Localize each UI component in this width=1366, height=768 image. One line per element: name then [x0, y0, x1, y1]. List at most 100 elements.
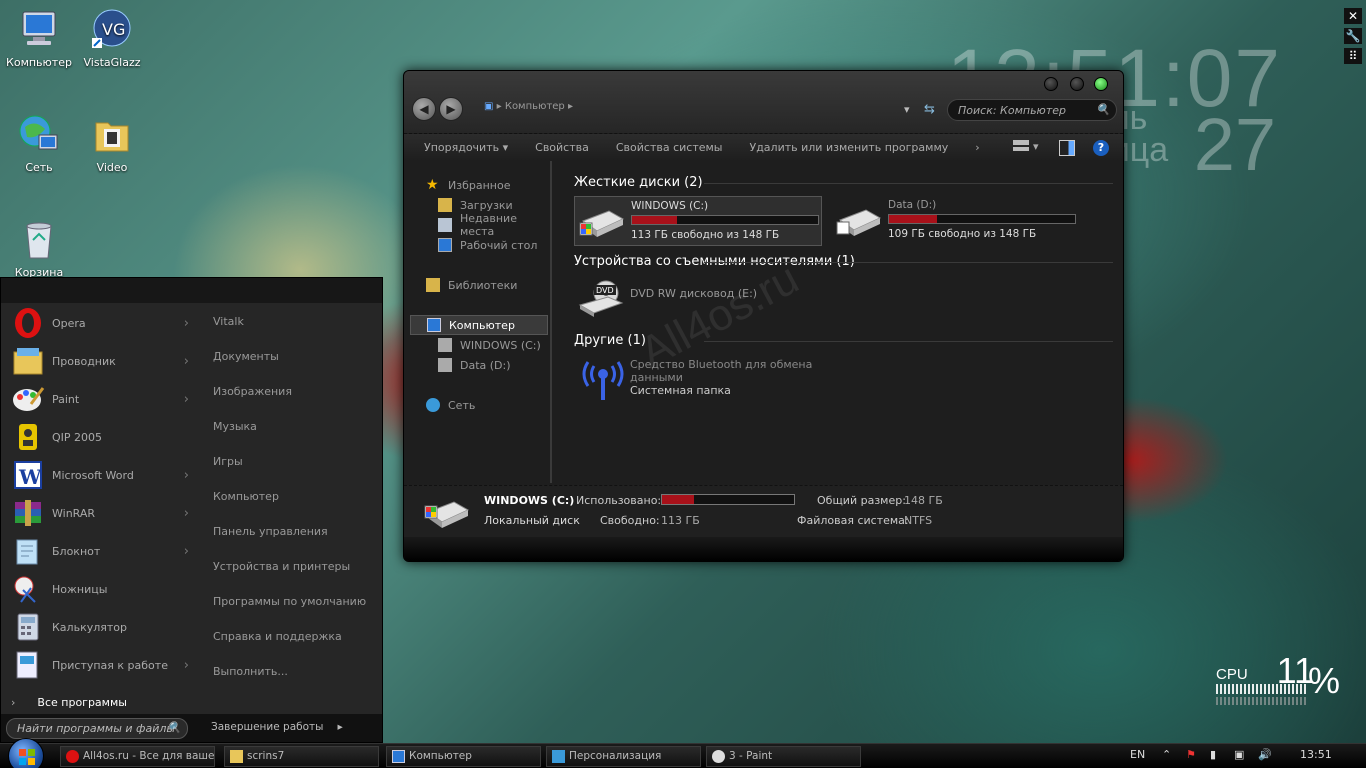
tray-clock[interactable]: 13:51: [1300, 748, 1332, 761]
nav-drive-c[interactable]: WINDOWS (C:): [404, 335, 550, 355]
program-explorer[interactable]: Проводник ›: [1, 342, 199, 380]
dvd-badge: DVD: [596, 286, 614, 295]
drive-c-tile[interactable]: WINDOWS (C:) 113 ГБ свободно из 148 ГБ: [574, 196, 822, 246]
shutdown-arrow-icon[interactable]: ▸: [337, 721, 342, 733]
view-dropdown-icon[interactable]: ▾: [1033, 140, 1041, 156]
maximize-button[interactable]: [1070, 77, 1084, 91]
place-devices-printers[interactable]: Устройства и принтеры: [213, 549, 384, 584]
drive-d-usage-bar: [888, 214, 1076, 224]
drive-icon: [438, 358, 452, 372]
bluetooth-type: Системная папка: [630, 384, 731, 397]
program-qip[interactable]: QIP 2005: [1, 418, 199, 456]
chevron-right-icon: ›: [183, 315, 189, 331]
program-paint[interactable]: Paint ›: [1, 380, 199, 418]
desktop-icon-video[interactable]: Video: [73, 113, 151, 174]
command-bar: Упорядочить ▾ Свойства Свойства системы …: [404, 133, 1123, 161]
place-computer[interactable]: Компьютер: [213, 479, 384, 514]
personalization-icon: [552, 750, 565, 763]
language-indicator[interactable]: EN: [1130, 748, 1145, 761]
minimize-button[interactable]: [1044, 77, 1058, 91]
group-header-hdd[interactable]: Жесткие диски (2): [574, 175, 1113, 190]
svg-text:W: W: [18, 465, 42, 489]
place-games[interactable]: Игры: [213, 444, 384, 479]
desktop-icon-label: Video: [96, 161, 128, 174]
program-notepad[interactable]: Блокнот ›: [1, 532, 199, 570]
nav-network[interactable]: Сеть: [404, 395, 550, 415]
nav-computer[interactable]: Компьютер: [410, 315, 548, 335]
program-getting-started[interactable]: Приступая к работе ›: [1, 646, 199, 684]
forward-button[interactable]: ▶: [439, 97, 463, 121]
place-default-programs[interactable]: Программы по умолчанию: [213, 584, 384, 619]
place-run[interactable]: Выполнить...: [213, 654, 384, 689]
group-header-removable[interactable]: Устройства со съемными носителями (1): [574, 254, 1113, 269]
program-winrar[interactable]: WinRAR ›: [1, 494, 199, 532]
network-icon: [17, 113, 61, 157]
help-icon[interactable]: ?: [1093, 140, 1109, 156]
organize-button[interactable]: Упорядочить ▾: [424, 141, 508, 154]
desktop-icon-recycle-bin[interactable]: Корзина: [0, 218, 78, 279]
start-search-input[interactable]: Найти программы и файлы 🔍: [6, 718, 188, 739]
close-button[interactable]: [1094, 77, 1108, 91]
drive-d-tile[interactable]: Data (D:) 109 ГБ свободно из 148 ГБ: [832, 196, 1080, 246]
nav-recent[interactable]: Недавние места: [404, 212, 550, 238]
program-label: Блокнот: [52, 544, 101, 558]
desktop-icon-computer[interactable]: Компьютер: [0, 8, 78, 69]
system-properties-button[interactable]: Свойства системы: [616, 141, 723, 154]
taskbar-item-opera[interactable]: All4os.ru - Все для ваше...: [60, 746, 215, 767]
search-icon[interactable]: 🔍: [167, 721, 181, 734]
shutdown-button[interactable]: Завершение работы ▸: [211, 721, 343, 733]
place-control-panel[interactable]: Панель управления: [213, 514, 384, 549]
program-snipping[interactable]: Ножницы: [1, 570, 199, 608]
dvd-drive-tile[interactable]: DVD DVD RW дисковод (E:): [574, 275, 1113, 325]
place-help-support[interactable]: Справка и поддержка: [213, 619, 384, 654]
all-programs-button[interactable]: › Все программы: [11, 696, 127, 709]
getting-started-icon: [11, 648, 45, 682]
back-button[interactable]: ◀: [412, 97, 436, 121]
gadget-drag-handle-icon[interactable]: ⠿: [1344, 48, 1362, 64]
place-user[interactable]: Vitalk: [213, 304, 384, 339]
breadcrumb-computer[interactable]: Компьютер: [505, 101, 565, 112]
nav-drive-d[interactable]: Data (D:): [404, 355, 550, 375]
computer-icon: [427, 318, 441, 332]
place-music[interactable]: Музыка: [213, 409, 384, 444]
nav-libraries[interactable]: Библиотеки: [404, 275, 550, 295]
uninstall-program-button[interactable]: Удалить или изменить программу: [750, 141, 949, 154]
search-input[interactable]: Поиск: Компьютер 🔍: [947, 99, 1117, 121]
action-center-icon[interactable]: ⚑: [1186, 748, 1196, 761]
network-tray-icon[interactable]: ▣: [1234, 748, 1244, 761]
view-options-icon[interactable]: [1013, 140, 1029, 156]
explorer-folder-icon: [11, 344, 45, 378]
nav-drive-c-label: WINDOWS (C:): [460, 338, 541, 352]
show-hidden-icons-icon[interactable]: ⌃: [1162, 748, 1171, 761]
program-opera[interactable]: Opera ›: [1, 304, 199, 342]
clock-date: 27: [1193, 103, 1276, 186]
safely-remove-icon[interactable]: ▮: [1210, 748, 1216, 761]
preview-pane-icon[interactable]: [1059, 140, 1075, 156]
program-word[interactable]: W Microsoft Word ›: [1, 456, 199, 494]
properties-button[interactable]: Свойства: [535, 141, 589, 154]
gadget-settings-icon[interactable]: 🔧: [1344, 28, 1362, 44]
taskbar-item-paint[interactable]: 3 - Paint: [706, 746, 861, 767]
place-documents[interactable]: Документы: [213, 339, 384, 374]
explorer-window[interactable]: ◀ ▶ ▣ ▸ Компьютер ▸ ▾ ⇆ Поиск: Компьютер…: [403, 70, 1124, 562]
gadget-close-icon[interactable]: ✕: [1344, 8, 1362, 24]
volume-icon[interactable]: 🔊: [1258, 748, 1272, 761]
window-titlebar[interactable]: ◀ ▶ ▣ ▸ Компьютер ▸ ▾ ⇆ Поиск: Компьютер…: [404, 71, 1123, 133]
taskbar-item-computer[interactable]: Компьютер: [386, 746, 541, 767]
refresh-icon[interactable]: ⇆: [924, 102, 935, 117]
nav-desktop[interactable]: Рабочий стол: [404, 235, 550, 255]
nav-favorites[interactable]: ★ Избранное: [404, 175, 550, 195]
address-bar[interactable]: ▣ ▸ Компьютер ▸: [484, 101, 884, 119]
address-dropdown-icon[interactable]: ▾: [904, 103, 910, 116]
search-icon[interactable]: 🔍: [1096, 103, 1110, 116]
taskbar-item-folder[interactable]: scrins7: [224, 746, 379, 767]
place-pictures[interactable]: Изображения: [213, 374, 384, 409]
taskbar-item-personalization[interactable]: Персонализация: [546, 746, 701, 767]
recycle-bin-icon: [17, 218, 61, 262]
start-button[interactable]: [8, 738, 44, 768]
program-label: Проводник: [52, 354, 116, 368]
program-calculator[interactable]: Калькулятор: [1, 608, 199, 646]
desktop-icon-network[interactable]: Сеть: [0, 113, 78, 174]
desktop-icon-vistaglazz[interactable]: VG VistaGlazz: [73, 8, 151, 69]
more-commands-icon[interactable]: ›: [975, 141, 979, 154]
